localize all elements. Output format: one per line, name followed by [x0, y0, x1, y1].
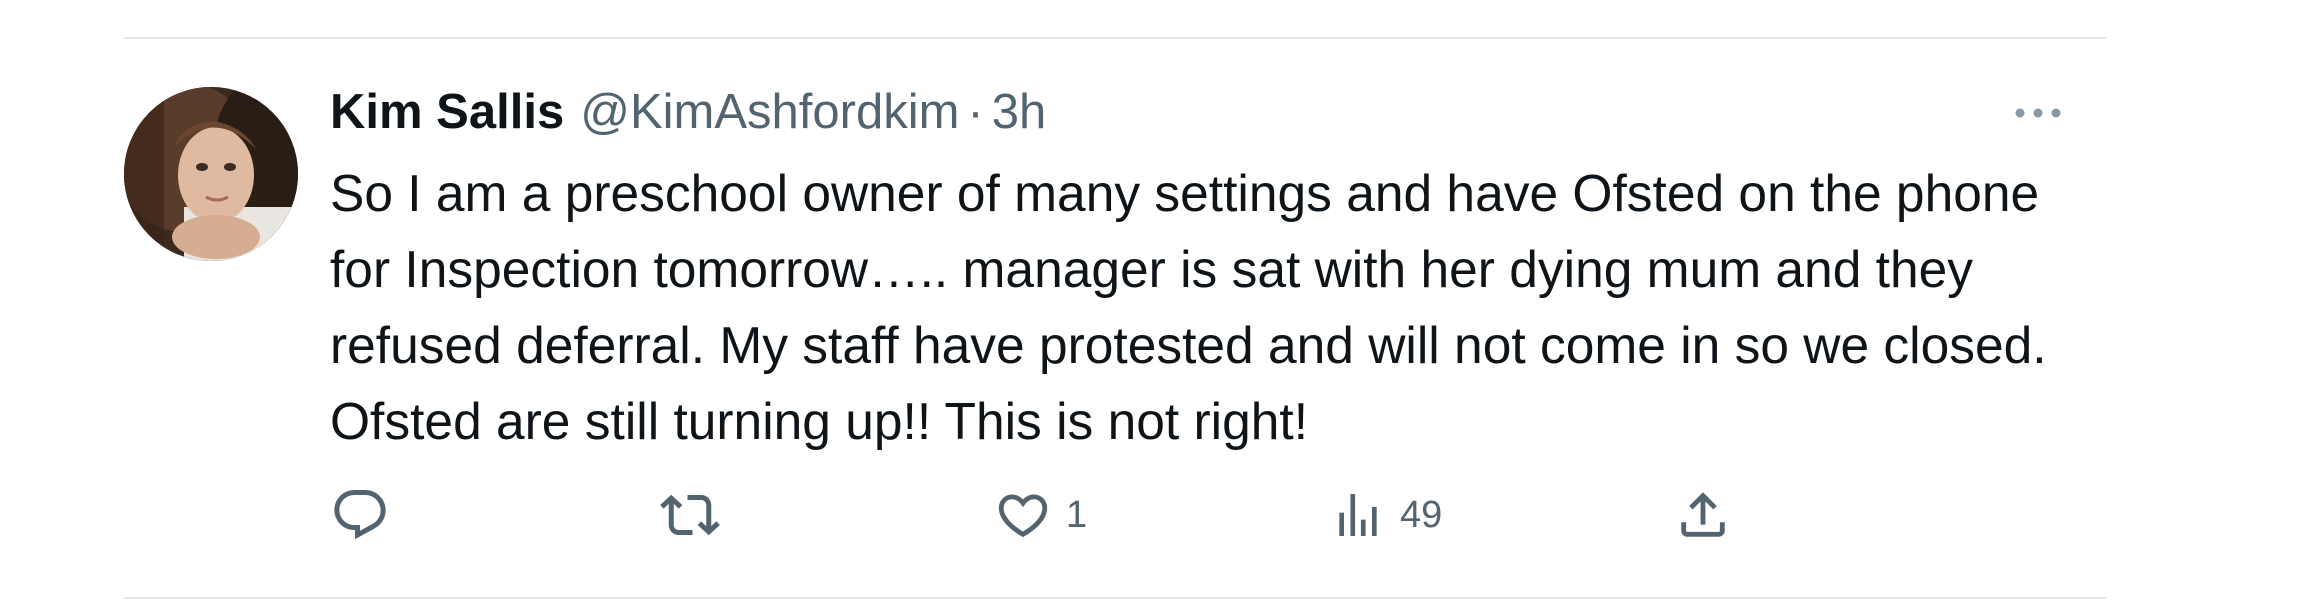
more-dots-icon [2015, 108, 2061, 118]
views-count: 49 [1400, 493, 1443, 536]
more-options-button[interactable] [2010, 95, 2066, 131]
like-button[interactable]: 1 [994, 479, 1087, 551]
tweet-text: So I am a preschool owner of many settin… [330, 164, 2047, 450]
avatar-image [124, 87, 298, 261]
bottom-divider [124, 597, 2106, 599]
retweet-button[interactable] [660, 479, 720, 551]
views-button[interactable]: 49 [1330, 479, 1442, 551]
share-icon [1681, 492, 1725, 537]
author-handle[interactable]: @KimAshfordkim [580, 84, 959, 140]
tweet[interactable]: Kim Sallis @KimAshfordkim · 3h So I am a… [124, 39, 2106, 597]
reply-icon [334, 490, 386, 540]
tweet-content: Kim Sallis @KimAshfordkim · 3h So I am a… [330, 77, 2106, 459]
tweet-header: Kim Sallis @KimAshfordkim · 3h [330, 77, 2106, 147]
header-separator: · [967, 85, 984, 139]
tweet-actions: 1 49 [330, 479, 1800, 551]
reply-button[interactable] [330, 479, 390, 551]
heart-icon [998, 494, 1048, 538]
tweet-timestamp[interactable]: 3h [992, 84, 1047, 140]
views-icon [1339, 494, 1377, 536]
author-display-name[interactable]: Kim Sallis [330, 84, 564, 140]
like-count: 1 [1066, 493, 1088, 536]
retweet-icon [660, 494, 720, 536]
avatar[interactable] [124, 87, 298, 261]
share-button[interactable] [1674, 479, 1732, 551]
